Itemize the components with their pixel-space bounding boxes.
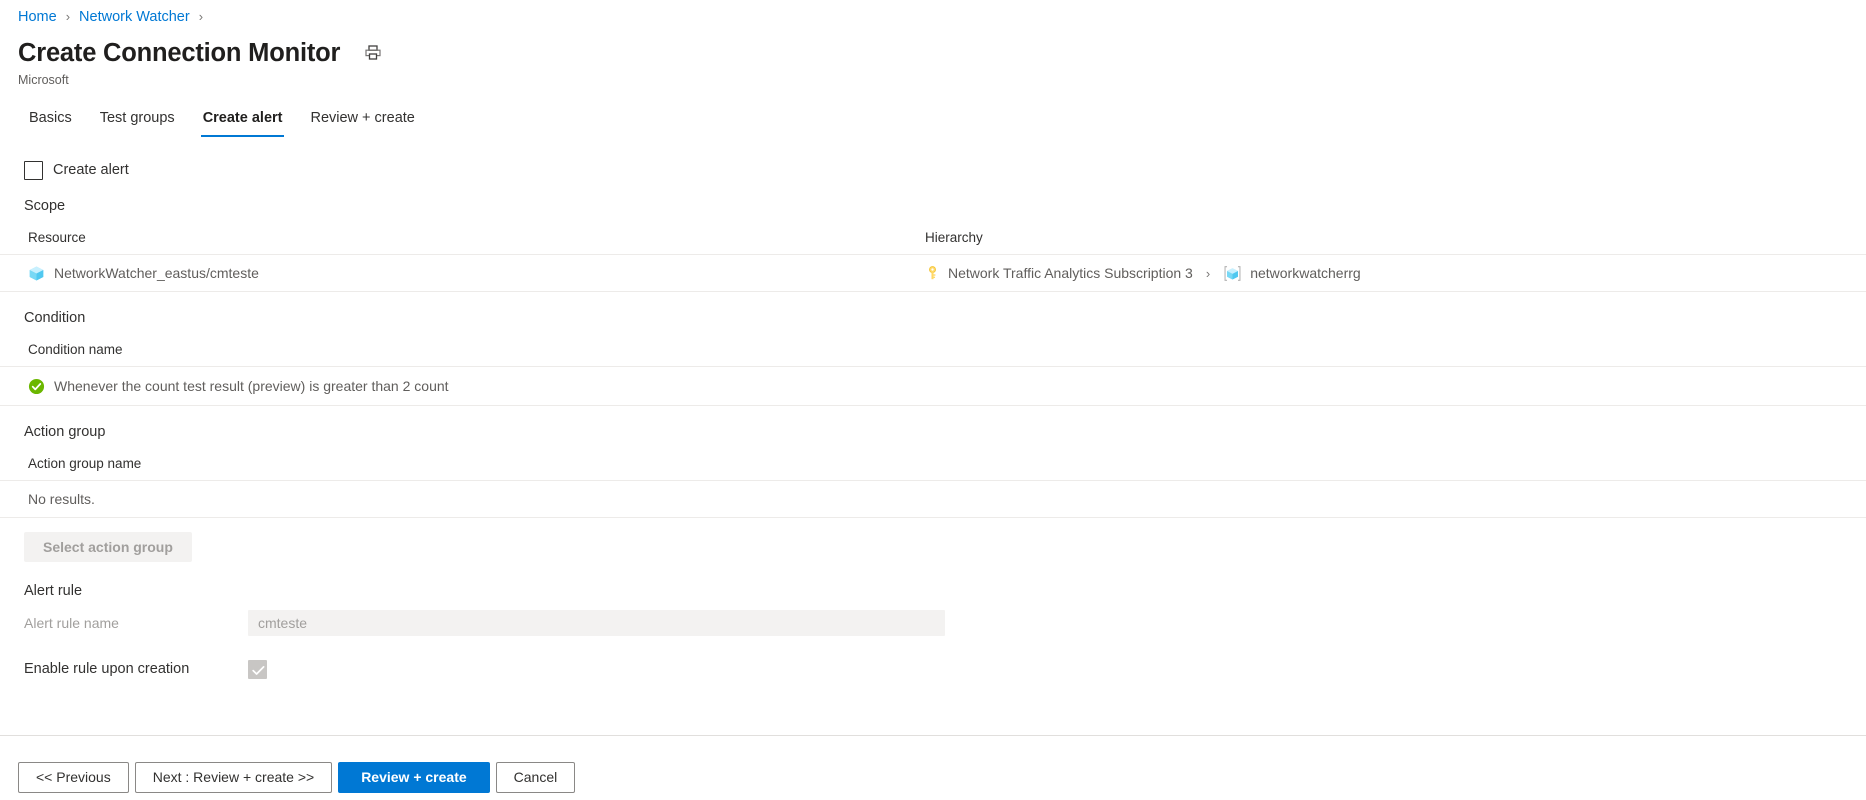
alert-rule-section-label: Alert rule [24, 583, 83, 599]
key-icon [929, 266, 936, 280]
scope-section-label: Scope [24, 198, 66, 214]
table-row-empty: No results. [0, 480, 1866, 518]
alert-rule-name-label: Alert rule name [24, 614, 119, 631]
enable-rule-row: Enable rule upon creation [0, 636, 1866, 679]
table-row: NetworkWatcher_eastus/cmteste Network Tr… [0, 254, 1866, 292]
tab-basics[interactable]: Basics [18, 109, 86, 137]
scope-table-header: Resource Hierarchy [0, 230, 1866, 254]
create-alert-checkbox-row[interactable]: Create alert [0, 137, 1866, 180]
tab-list: Basics Test groups Create alert Review +… [0, 88, 1866, 137]
enable-rule-label: Enable rule upon creation [24, 661, 190, 677]
tab-test-groups[interactable]: Test groups [86, 109, 189, 137]
create-alert-checkbox[interactable] [24, 161, 43, 180]
alert-rule-name-input[interactable]: cmteste [248, 610, 945, 636]
table-row: Whenever the count test result (preview)… [0, 366, 1866, 406]
print-icon[interactable] [364, 44, 382, 62]
column-header-action-group-name: Action group name [28, 456, 142, 471]
scope-hierarchy-cell: Network Traffic Analytics Subscription 3… [925, 265, 1361, 282]
breadcrumb: Home › Network Watcher › [0, 0, 1866, 27]
main-content: Create alert Scope Resource Hierarchy Ne… [0, 137, 1866, 679]
page-subtitle: Microsoft [18, 73, 69, 87]
scope-subscription-name: Network Traffic Analytics Subscription 3 [948, 265, 1193, 281]
action-group-table: Action group name No results. [0, 456, 1866, 518]
column-header-condition-name: Condition name [28, 342, 123, 357]
condition-table: Condition name Whenever the count test r… [0, 342, 1866, 406]
condition-name-text: Whenever the count test result (preview)… [54, 378, 449, 394]
footer-divider [0, 735, 1866, 736]
page-header: Create Connection Monitor [0, 27, 1866, 68]
select-action-group-button[interactable]: Select action group [24, 532, 192, 562]
breadcrumb-separator-icon: › [65, 9, 71, 24]
resource-group-icon [1224, 265, 1241, 281]
cube-icon [29, 266, 44, 280]
breadcrumb-item-home[interactable]: Home [18, 7, 57, 27]
checkmark-icon [252, 666, 265, 675]
action-group-empty-text: No results. [28, 491, 95, 507]
next-review-create-button[interactable]: Next : Review + create >> [134, 762, 333, 793]
action-group-section-label: Action group [24, 424, 106, 440]
page-title: Create Connection Monitor [18, 39, 341, 67]
enable-rule-checkbox[interactable] [248, 660, 267, 679]
condition-section-label: Condition [24, 310, 86, 326]
tab-review-create[interactable]: Review + create [296, 109, 428, 137]
breadcrumb-separator-icon: › [198, 9, 204, 24]
review-create-button[interactable]: Review + create [338, 762, 490, 793]
tab-create-alert[interactable]: Create alert [189, 109, 297, 137]
breadcrumb-item-network-watcher[interactable]: Network Watcher [79, 7, 190, 27]
column-header-resource: Resource [28, 230, 86, 245]
footer-button-bar: << Previous Next : Review + create >> Re… [0, 762, 1866, 793]
cancel-button[interactable]: Cancel [495, 762, 576, 793]
scope-resource-name: NetworkWatcher_eastus/cmteste [54, 265, 259, 281]
alert-rule-name-row: Alert rule name cmteste [0, 601, 1866, 636]
create-alert-checkbox-label[interactable]: Create alert [53, 161, 129, 180]
previous-button[interactable]: << Previous [18, 762, 129, 793]
scope-table: Resource Hierarchy NetworkWatcher_eastus… [0, 230, 1866, 292]
scope-resource-cell: NetworkWatcher_eastus/cmteste [0, 265, 925, 282]
condition-table-header: Condition name [0, 342, 1866, 366]
hierarchy-separator-icon: › [1205, 265, 1211, 281]
scope-resource-group-name: networkwatcherrg [1250, 265, 1361, 281]
check-circle-icon [28, 378, 45, 394]
column-header-hierarchy: Hierarchy [925, 230, 983, 245]
